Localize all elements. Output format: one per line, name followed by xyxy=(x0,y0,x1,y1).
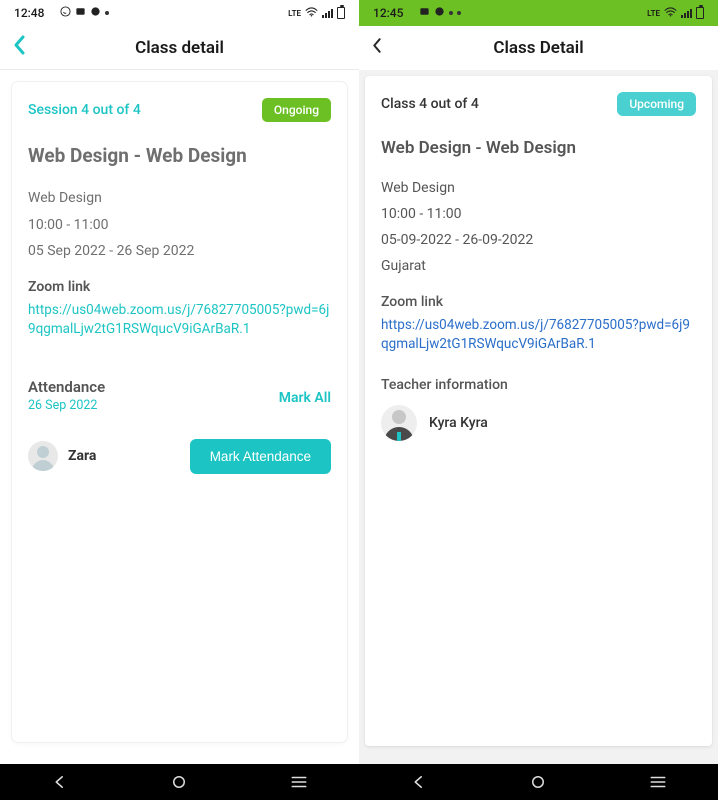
nav-back-button[interactable] xyxy=(410,773,428,791)
android-nav-bar xyxy=(0,764,359,800)
nav-recent-button[interactable] xyxy=(649,775,667,789)
course-time: 10:00 - 11:00 xyxy=(28,212,331,239)
status-notification-icons xyxy=(419,6,461,20)
detail-card: Class 4 out of 4 Upcoming Web Design - W… xyxy=(365,76,712,746)
phone-screen-right: 12:45 LTE xyxy=(359,0,718,800)
teacher-row: Kyra Kyra xyxy=(381,405,696,441)
course-title: Web Design - Web Design xyxy=(381,138,696,158)
signal-icon xyxy=(322,9,333,18)
status-badge: Ongoing xyxy=(262,98,331,122)
content-area: Class 4 out of 4 Upcoming Web Design - W… xyxy=(359,70,718,800)
session-counter: Class 4 out of 4 xyxy=(381,96,479,112)
attendance-date: 26 Sep 2022 xyxy=(28,398,105,413)
zoom-label: Zoom link xyxy=(28,279,331,295)
mark-attendance-button[interactable]: Mark Attendance xyxy=(190,439,331,474)
app-icon xyxy=(434,6,445,20)
battery-icon xyxy=(337,7,345,19)
lte-icon: LTE xyxy=(288,9,301,18)
course-location: Gujarat xyxy=(381,254,696,280)
nav-home-button[interactable] xyxy=(529,773,547,791)
back-button[interactable] xyxy=(12,35,26,61)
course-meta: Web Design 10:00 - 11:00 05 Sep 2022 - 2… xyxy=(28,185,331,265)
app-icon xyxy=(90,6,101,20)
status-bar: 12:45 LTE xyxy=(359,0,718,26)
course-dates: 05-09-2022 - 26-09-2022 xyxy=(381,228,696,254)
student-name: Zara xyxy=(68,448,96,464)
student-avatar-icon xyxy=(28,441,58,471)
whatsapp-icon xyxy=(60,6,71,20)
wifi-icon xyxy=(664,6,677,20)
course-title: Web Design - Web Design xyxy=(28,144,331,167)
session-counter: Session 4 out of 4 xyxy=(28,102,141,118)
course-dates: 05 Sep 2022 - 26 Sep 2022 xyxy=(28,238,331,265)
status-bar: 12:48 LTE xyxy=(0,0,359,26)
zoom-label: Zoom link xyxy=(381,294,696,310)
status-time: 12:48 xyxy=(14,6,44,20)
course-subject: Web Design xyxy=(28,185,331,212)
nav-back-button[interactable] xyxy=(51,773,69,791)
more-notifications-dot xyxy=(457,11,461,15)
app-bar: Class detail xyxy=(0,26,359,70)
status-badge: Upcoming xyxy=(617,92,696,116)
teacher-name: Kyra Kyra xyxy=(429,415,488,431)
mark-all-button[interactable]: Mark All xyxy=(279,390,331,406)
back-button[interactable] xyxy=(371,36,383,61)
attendance-label: Attendance xyxy=(28,378,105,396)
page-title: Class detail xyxy=(135,38,224,58)
more-notifications-dot xyxy=(449,11,453,15)
attendance-section: Attendance 26 Sep 2022 Mark All Zara Mar… xyxy=(28,378,331,474)
status-time: 12:45 xyxy=(373,6,403,20)
app-bar: Class Detail xyxy=(359,26,718,70)
android-nav-bar xyxy=(359,764,718,800)
message-icon xyxy=(419,6,430,20)
course-time: 10:00 - 11:00 xyxy=(381,202,696,228)
signal-icon xyxy=(681,9,692,18)
battery-icon xyxy=(696,7,704,19)
course-meta: Web Design 10:00 - 11:00 05-09-2022 - 26… xyxy=(381,176,696,280)
content-area: Session 4 out of 4 Ongoing Web Design - … xyxy=(0,70,359,800)
teacher-label: Teacher information xyxy=(381,377,696,393)
zoom-link[interactable]: https://us04web.zoom.us/j/76827705005?pw… xyxy=(381,316,696,355)
zoom-link[interactable]: https://us04web.zoom.us/j/76827705005?pw… xyxy=(28,301,331,340)
teacher-avatar-icon xyxy=(381,405,417,441)
student-row: Zara Mark Attendance xyxy=(28,439,331,474)
detail-card: Session 4 out of 4 Ongoing Web Design - … xyxy=(12,82,347,742)
nav-recent-button[interactable] xyxy=(290,775,308,789)
status-notification-icons xyxy=(60,6,109,20)
phone-screen-left: 12:48 LTE xyxy=(0,0,359,800)
nav-home-button[interactable] xyxy=(170,773,188,791)
lte-icon: LTE xyxy=(647,9,660,18)
more-notifications-dot xyxy=(105,11,109,15)
wifi-icon xyxy=(305,6,318,20)
teacher-section: Teacher information Kyra Kyra xyxy=(381,377,696,441)
message-icon xyxy=(75,6,86,20)
course-subject: Web Design xyxy=(381,176,696,202)
page-title: Class Detail xyxy=(493,38,583,58)
